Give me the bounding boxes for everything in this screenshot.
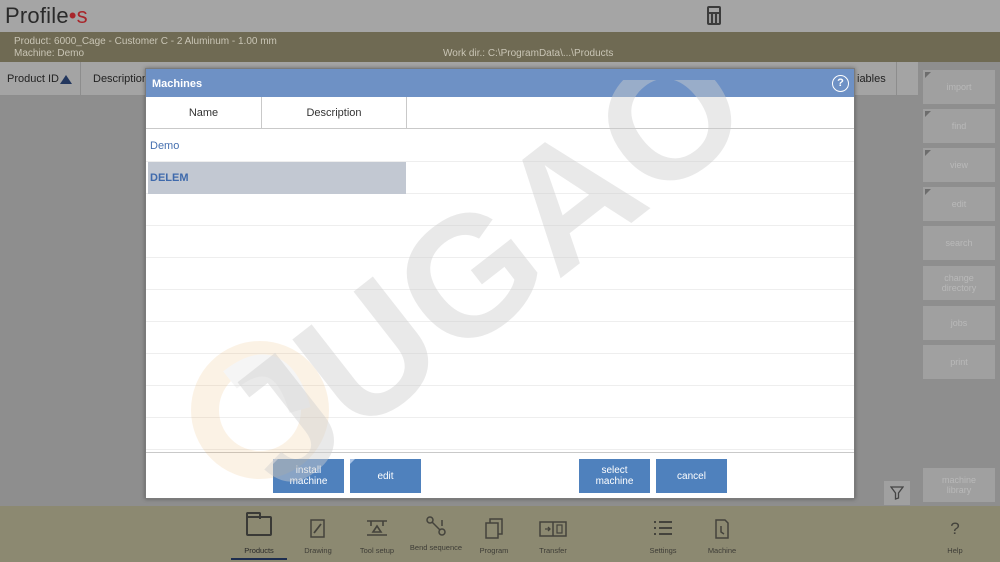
side-button-panel: import find view edit search change dire…: [918, 62, 1000, 506]
view-button[interactable]: view: [923, 148, 995, 182]
select-machine-button[interactable]: select machine: [579, 459, 650, 493]
sort-ascending-icon[interactable]: [60, 75, 72, 84]
table-row[interactable]: Demo: [148, 130, 406, 162]
program-icon: [485, 518, 503, 539]
tool-setup-icon: [367, 520, 387, 536]
pencil-icon: [310, 519, 325, 538]
calculator-icon[interactable]: [707, 6, 721, 25]
nav-products[interactable]: Products: [229, 506, 289, 562]
dialog-title-bar: Machines ?: [146, 69, 854, 97]
transfer-icon: [539, 521, 567, 537]
column-product-id[interactable]: Product ID: [7, 73, 59, 85]
jobs-button[interactable]: jobs: [923, 306, 995, 340]
app-logo: Profile•s: [5, 3, 88, 28]
active-underline: [231, 558, 287, 560]
column-description[interactable]: Description: [262, 97, 407, 129]
print-button[interactable]: print: [923, 345, 995, 379]
machine-name: Demo: [150, 140, 180, 152]
import-button[interactable]: import: [923, 70, 995, 104]
nav-program[interactable]: Program: [464, 506, 524, 562]
info-bar: Product: 6000_Cage - Customer C - 2 Alum…: [0, 32, 1000, 62]
work-dir-info: Work dir.: C:\ProgramData\...\Products: [443, 48, 614, 59]
search-button[interactable]: search: [923, 226, 995, 260]
install-machine-button[interactable]: install machine: [273, 459, 344, 493]
dialog-footer: install machine edit select machine canc…: [146, 452, 854, 498]
filter-icon[interactable]: [884, 481, 910, 505]
edit-machine-button[interactable]: edit: [350, 459, 421, 493]
machines-table-header: Name Description: [146, 97, 854, 129]
nav-bend-sequence[interactable]: Bend sequence: [406, 506, 466, 562]
list-icon: [654, 521, 672, 535]
machine-name: DELEM: [150, 172, 189, 184]
machine-library-button[interactable]: machine library: [923, 468, 995, 502]
machine-info: Machine: Demo: [14, 48, 85, 59]
nav-help[interactable]: ? Help: [925, 506, 985, 562]
nav-settings[interactable]: Settings: [633, 506, 693, 562]
bend-sequence-icon: [426, 516, 446, 536]
nav-tool-setup[interactable]: Tool setup: [347, 506, 407, 562]
folder-icon: [246, 512, 272, 536]
top-bar: Profile•s: [0, 0, 1000, 32]
machine-icon: [715, 519, 729, 539]
machines-table-body: Demo DELEM: [146, 130, 854, 450]
table-row-selected[interactable]: DELEM: [148, 162, 406, 194]
nav-drawing[interactable]: Drawing: [288, 506, 348, 562]
product-info: Product: 6000_Cage - Customer C - 2 Alum…: [14, 36, 277, 47]
column-name[interactable]: Name: [146, 97, 262, 129]
nav-transfer[interactable]: Transfer: [523, 506, 583, 562]
help-icon[interactable]: ?: [832, 75, 849, 92]
bottom-nav: Products Drawing Tool setup Bend sequenc…: [0, 506, 1000, 562]
dialog-title: Machines: [152, 78, 203, 90]
column-description[interactable]: Description: [93, 73, 148, 85]
column-variables[interactable]: iables: [857, 73, 886, 85]
nav-machine[interactable]: Machine: [692, 506, 752, 562]
cancel-button[interactable]: cancel: [656, 459, 727, 493]
machines-dialog: Machines ? Name Description Demo DELEM i…: [145, 68, 855, 499]
question-icon: ?: [950, 519, 960, 538]
find-button[interactable]: find: [923, 109, 995, 143]
change-directory-button[interactable]: change directory: [923, 266, 995, 300]
edit-button[interactable]: edit: [923, 187, 995, 221]
